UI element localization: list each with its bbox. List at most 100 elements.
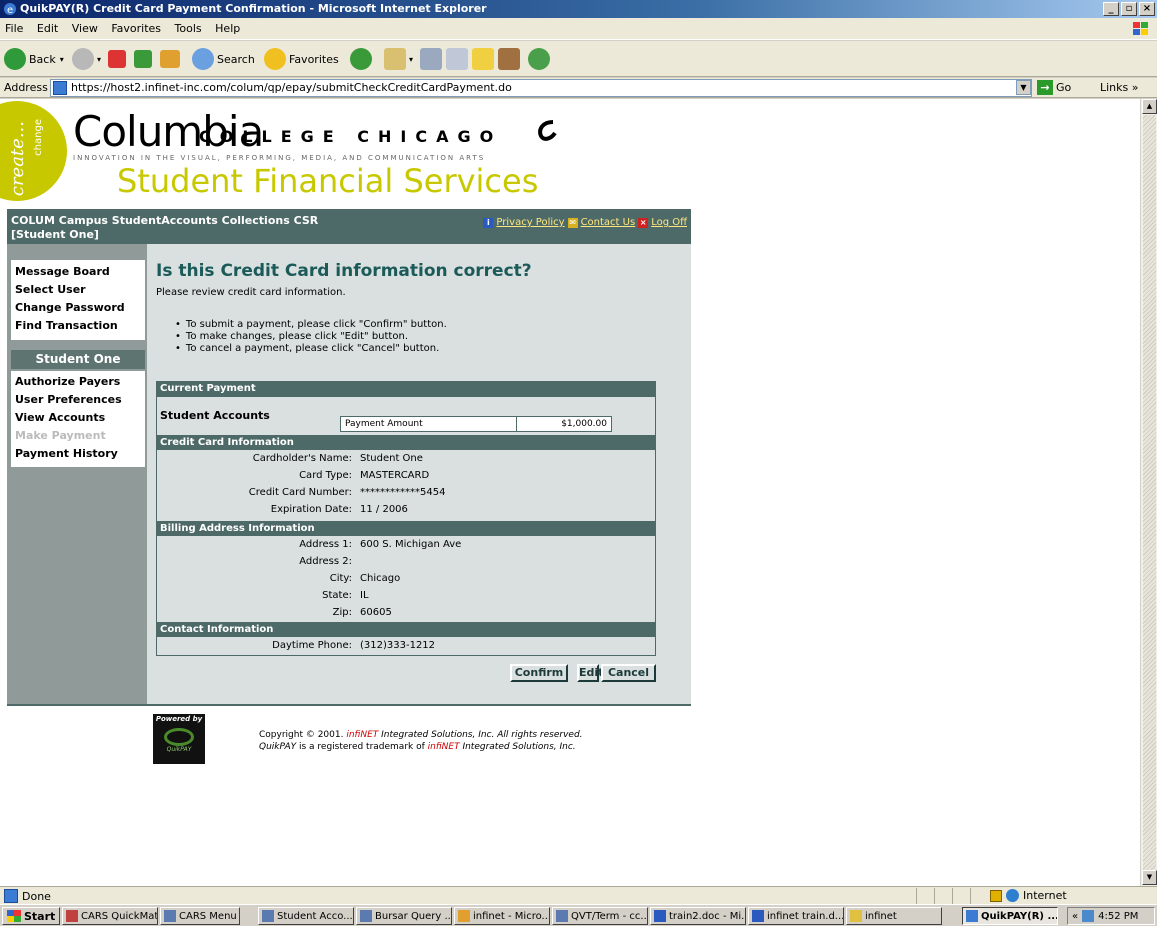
stop-button[interactable] (108, 46, 129, 72)
expiration-label: Expiration Date: (270, 504, 352, 515)
scroll-down-icon[interactable]: ▼ (1142, 870, 1157, 885)
city-value: Chicago (360, 573, 401, 584)
nav-make-payment: Make Payment (15, 429, 106, 442)
media-button[interactable] (350, 46, 375, 72)
taskbar-item-active[interactable]: QuikPAY(R) ... (962, 907, 1058, 925)
instruction-edit: To make changes, please click "Edit" but… (175, 331, 447, 343)
taskbar-item[interactable]: Bursar Query ... (356, 907, 452, 925)
links-button[interactable]: Links » (1100, 81, 1139, 94)
favorites-button[interactable]: Favorites (264, 46, 339, 72)
svg-text:e: e (7, 5, 13, 16)
terminal-icon (556, 910, 568, 922)
nav-message-board[interactable]: Message Board (11, 263, 145, 281)
go-button[interactable]: → Go (1037, 80, 1071, 95)
nav-change-password[interactable]: Change Password (11, 299, 145, 317)
lock-icon (990, 889, 1002, 902)
search-button[interactable]: Search (192, 46, 255, 72)
phone-row: Daytime Phone: (312)333-1212 (157, 637, 657, 654)
taskbar-item[interactable]: train2.doc - Mi... (650, 907, 746, 925)
menu-edit[interactable]: Edit (32, 18, 63, 39)
messenger-button[interactable] (528, 46, 553, 72)
research-button[interactable] (498, 46, 523, 72)
page-title: Is this Credit Card information correct? (156, 261, 532, 281)
nav-user-preferences[interactable]: User Preferences (11, 391, 145, 409)
instruction-cancel: To cancel a payment, please click "Cance… (175, 343, 447, 355)
taskbar-label: QuikPAY(R) ... (981, 910, 1058, 922)
page-done-icon (4, 889, 18, 903)
nav-find-transaction[interactable]: Find Transaction (11, 317, 145, 335)
word-doc-icon (654, 910, 666, 922)
menu-tools[interactable]: Tools (170, 18, 207, 39)
copyright-part-a: Copyright © 2001. (259, 730, 347, 740)
scroll-track[interactable] (1143, 115, 1156, 870)
start-button[interactable]: Start (2, 907, 61, 925)
privacy-policy-link[interactable]: Privacy Policy (496, 217, 564, 228)
folder-icon (850, 910, 862, 922)
taskbar-label: CARS QuickMate (81, 910, 158, 922)
address-input[interactable]: https://host2.infinet-inc.com/colum/qp/e… (50, 79, 1032, 97)
taskbar-item[interactable]: CARS Menu (160, 907, 240, 925)
refresh-button[interactable] (134, 46, 155, 72)
print-button[interactable] (420, 46, 445, 72)
card-number-row: Credit Card Number: ************5454 (157, 484, 657, 501)
discuss-button[interactable] (472, 46, 497, 72)
address-dropdown-icon[interactable]: ▼ (1016, 80, 1031, 95)
cancel-button[interactable]: Cancel (601, 664, 656, 682)
menu-favorites[interactable]: Favorites (106, 18, 166, 39)
back-button[interactable]: Back ▾ (4, 46, 64, 72)
nav-payment-history[interactable]: Payment History (11, 445, 145, 463)
menu-file[interactable]: File (0, 18, 28, 39)
address2-label: Address 2: (299, 556, 352, 567)
nav-select-user[interactable]: Select User (11, 281, 145, 299)
confirm-button[interactable]: Confirm (510, 664, 568, 682)
quikpay-swirl-icon (164, 728, 194, 746)
copyright-part-b: Integrated Solutions, Inc. All rights re… (378, 730, 583, 740)
forward-button[interactable]: ▾ (72, 46, 101, 72)
network-icon[interactable] (1082, 910, 1095, 922)
city-label: City: (329, 573, 352, 584)
nav-authorize-payers[interactable]: Authorize Payers (11, 373, 145, 391)
mail-button[interactable]: ▾ (384, 46, 413, 72)
expiration-row: Expiration Date: 11 / 2006 (157, 501, 657, 518)
scroll-up-icon[interactable]: ▲ (1142, 99, 1157, 114)
contact-us-link[interactable]: Contact Us (581, 217, 636, 228)
outlook-icon (458, 910, 470, 922)
favorites-label: Favorites (289, 52, 339, 66)
confirm-label: Confirm (514, 666, 564, 679)
edit-button[interactable]: Edit (577, 664, 604, 682)
edit-page-button[interactable] (446, 46, 471, 72)
cancel-label: Cancel (607, 666, 650, 679)
powered-by-quikpay-logo: Powered by QuikPAY (153, 714, 205, 764)
edit-label: Edit (579, 666, 604, 679)
menu-help[interactable]: Help (210, 18, 245, 39)
page-icon (53, 81, 67, 95)
state-value: IL (360, 590, 369, 601)
system-tray: « 4:52 PM (1067, 907, 1155, 925)
word-doc-icon (752, 910, 764, 922)
taskbar-item[interactable]: infinet - Micro... (454, 907, 550, 925)
vertical-scrollbar[interactable]: ▲ ▼ (1140, 99, 1157, 886)
taskbar-item[interactable]: QVT/Term - cc... (552, 907, 648, 925)
status-bar: Done Internet (0, 886, 1157, 904)
nav-student-heading: Student One (11, 350, 145, 369)
credit-card-section: Cardholder's Name: Student One Card Type… (156, 450, 656, 522)
taskbar-item[interactable]: CARS QuickMate (62, 907, 158, 925)
menu-view[interactable]: View (67, 18, 103, 39)
ie-icon (966, 910, 978, 922)
card-type-value: MASTERCARD (360, 470, 430, 481)
home-icon (160, 50, 180, 68)
close-button[interactable]: × (1139, 2, 1155, 16)
taskbar-item[interactable]: infinet (846, 907, 942, 925)
taskbar-item[interactable]: Student Acco... (258, 907, 354, 925)
expiration-value: 11 / 2006 (360, 504, 408, 515)
favorites-star-icon (264, 48, 286, 70)
log-off-link[interactable]: Log Off (651, 217, 687, 228)
clock[interactable]: 4:52 PM (1098, 911, 1138, 922)
home-button[interactable] (160, 46, 183, 72)
cardholder-value: Student One (360, 453, 423, 464)
taskbar-item[interactable]: infinet train.d... (748, 907, 844, 925)
nav-view-accounts[interactable]: View Accounts (11, 409, 145, 427)
maximize-button[interactable]: ▫ (1121, 2, 1137, 16)
tray-expand-icon[interactable]: « (1072, 911, 1078, 922)
minimize-button[interactable]: _ (1103, 2, 1119, 16)
